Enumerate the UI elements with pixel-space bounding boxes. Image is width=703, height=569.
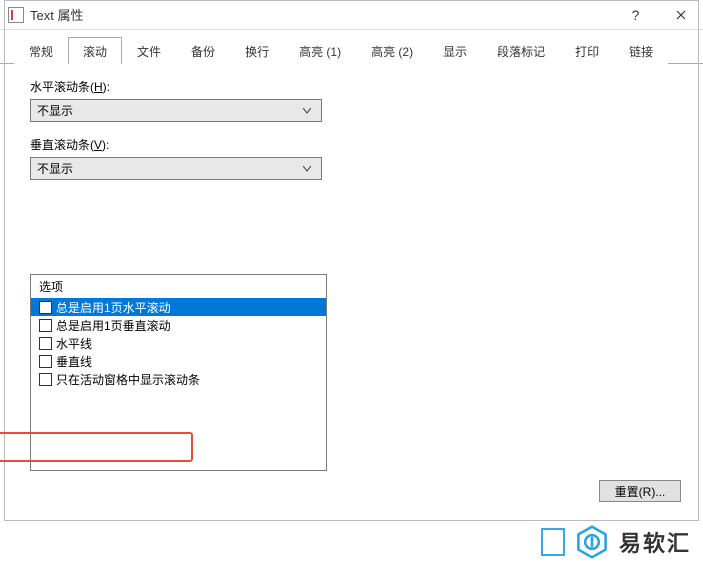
tab-10[interactable]: 链接 <box>614 37 668 64</box>
tab-6[interactable]: 高亮 (2) <box>356 37 428 64</box>
tab-5[interactable]: 高亮 (1) <box>284 37 356 64</box>
watermark-text: 易软汇 <box>619 526 691 558</box>
horizontal-scrollbar-select[interactable]: 不显示 <box>30 99 322 122</box>
checkbox-icon[interactable] <box>39 319 52 332</box>
options-listbox[interactable]: 选项 总是启用1页水平滚动总是启用1页垂直滚动水平线垂直线只在活动窗格中显示滚动… <box>30 274 327 471</box>
tab-1[interactable]: 滚动 <box>68 37 122 64</box>
label-hotkey: H <box>94 80 103 94</box>
tab-8[interactable]: 段落标记 <box>482 37 560 64</box>
checkbox-icon[interactable] <box>39 337 52 350</box>
option-label: 只在活动窗格中显示滚动条 <box>56 371 200 388</box>
tab-3[interactable]: 备份 <box>176 37 230 64</box>
tab-0[interactable]: 常规 <box>14 37 68 64</box>
option-row[interactable]: 垂直线 <box>31 352 326 370</box>
window-title: Text 属性 <box>30 5 83 24</box>
label-hotkey: V <box>94 138 102 152</box>
checkbox-icon[interactable] <box>39 301 52 314</box>
chevron-down-icon <box>299 100 315 121</box>
horizontal-scrollbar-label: 水平滚动条(H): <box>30 78 683 95</box>
tabstrip: 常规滚动文件备份换行高亮 (1)高亮 (2)显示段落标记打印链接 <box>0 38 703 64</box>
select-value: 不显示 <box>37 102 299 119</box>
options-header: 选项 <box>31 275 326 298</box>
option-label: 垂直线 <box>56 353 92 370</box>
reset-button[interactable]: 重置(R)... <box>599 480 681 502</box>
tab-2[interactable]: 文件 <box>122 37 176 64</box>
label-text: ): <box>102 138 109 152</box>
option-row[interactable]: 只在活动窗格中显示滚动条 <box>31 370 326 388</box>
horizontal-scrollbar-field: 水平滚动条(H): 不显示 <box>30 78 683 122</box>
option-label: 总是启用1页水平滚动 <box>56 299 171 316</box>
help-button[interactable]: ? <box>613 0 658 30</box>
option-row[interactable]: 水平线 <box>31 334 326 352</box>
tab-4[interactable]: 换行 <box>230 37 284 64</box>
label-text: 水平滚动条( <box>30 80 94 94</box>
watermark: 易软汇 <box>541 525 691 559</box>
titlebar: Text 属性 ? <box>0 0 703 30</box>
brand-logo-icon <box>575 525 609 559</box>
checkbox-icon[interactable] <box>39 355 52 368</box>
tab-content-scroll: 水平滚动条(H): 不显示 垂直滚动条(V): 不显示 选项 总是启用1页水平滚… <box>0 64 703 481</box>
chevron-down-icon <box>299 158 315 179</box>
select-value: 不显示 <box>37 160 299 177</box>
option-row[interactable]: 总是启用1页垂直滚动 <box>31 316 326 334</box>
vertical-scrollbar-select[interactable]: 不显示 <box>30 157 322 180</box>
tab-7[interactable]: 显示 <box>428 37 482 64</box>
label-text: ): <box>103 80 110 94</box>
option-label: 水平线 <box>56 335 92 352</box>
bottom-bar: 重置(R)... <box>599 480 681 502</box>
vertical-scrollbar-field: 垂直滚动条(V): 不显示 <box>30 136 683 180</box>
vertical-scrollbar-label: 垂直滚动条(V): <box>30 136 683 153</box>
option-row[interactable]: 总是启用1页水平滚动 <box>31 298 326 316</box>
option-label: 总是启用1页垂直滚动 <box>56 317 171 334</box>
checkbox-icon[interactable] <box>39 373 52 386</box>
app-icon <box>8 7 24 23</box>
label-text: 垂直滚动条( <box>30 138 94 152</box>
close-icon <box>676 10 686 20</box>
close-button[interactable] <box>658 0 703 30</box>
tab-9[interactable]: 打印 <box>560 37 614 64</box>
cursor-square-icon <box>541 528 565 556</box>
